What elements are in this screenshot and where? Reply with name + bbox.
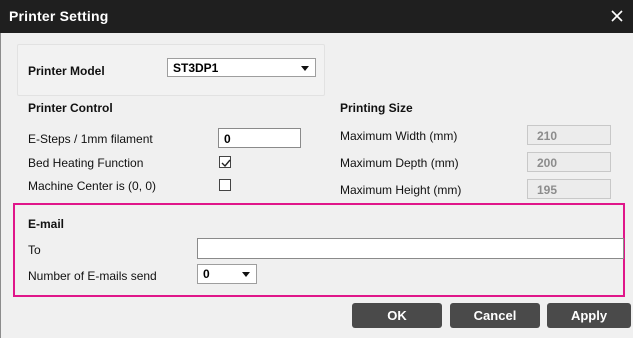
printer-model-value: ST3DP1 <box>173 61 219 75</box>
dialog-title: Printer Setting <box>9 8 109 24</box>
printer-model-label: Printer Model <box>28 64 105 78</box>
email-to-label: To <box>28 243 41 257</box>
apply-button[interactable]: Apply <box>547 303 631 328</box>
window-left-border <box>0 33 1 338</box>
email-count-label: Number of E-mails send <box>28 269 157 283</box>
chevron-down-icon <box>301 66 309 71</box>
max-height-field: 195 <box>527 179 611 199</box>
email-heading: E-mail <box>28 217 65 231</box>
printer-control-heading: Printer Control <box>28 101 113 115</box>
email-count-select[interactable]: 0 <box>197 264 257 284</box>
cancel-button[interactable]: Cancel <box>450 303 540 328</box>
bed-heating-label: Bed Heating Function <box>28 156 144 170</box>
printer-setting-dialog: Printer Setting Printer Model ST3DP1 Pri… <box>0 0 633 338</box>
email-to-input[interactable] <box>197 238 624 259</box>
max-depth-label: Maximum Depth (mm) <box>340 156 459 170</box>
close-icon[interactable] <box>607 6 627 26</box>
max-depth-field: 200 <box>527 152 611 172</box>
printing-size-heading: Printing Size <box>340 101 413 115</box>
max-width-field: 210 <box>527 125 611 145</box>
max-height-label: Maximum Height (mm) <box>340 183 462 197</box>
email-count-value: 0 <box>203 267 210 281</box>
max-width-label: Maximum Width (mm) <box>340 129 458 143</box>
machine-center-label: Machine Center is (0, 0) <box>28 179 157 193</box>
esteps-input[interactable]: 0 <box>218 128 301 148</box>
ok-button[interactable]: OK <box>352 303 442 328</box>
bed-heating-checkbox[interactable] <box>219 156 231 168</box>
esteps-label: E-Steps / 1mm filament <box>28 132 153 146</box>
machine-center-checkbox[interactable] <box>219 179 231 191</box>
printer-model-select[interactable]: ST3DP1 <box>167 58 316 77</box>
chevron-down-icon <box>242 272 250 277</box>
title-bar: Printer Setting <box>0 0 633 33</box>
checkmark-icon <box>221 159 231 168</box>
